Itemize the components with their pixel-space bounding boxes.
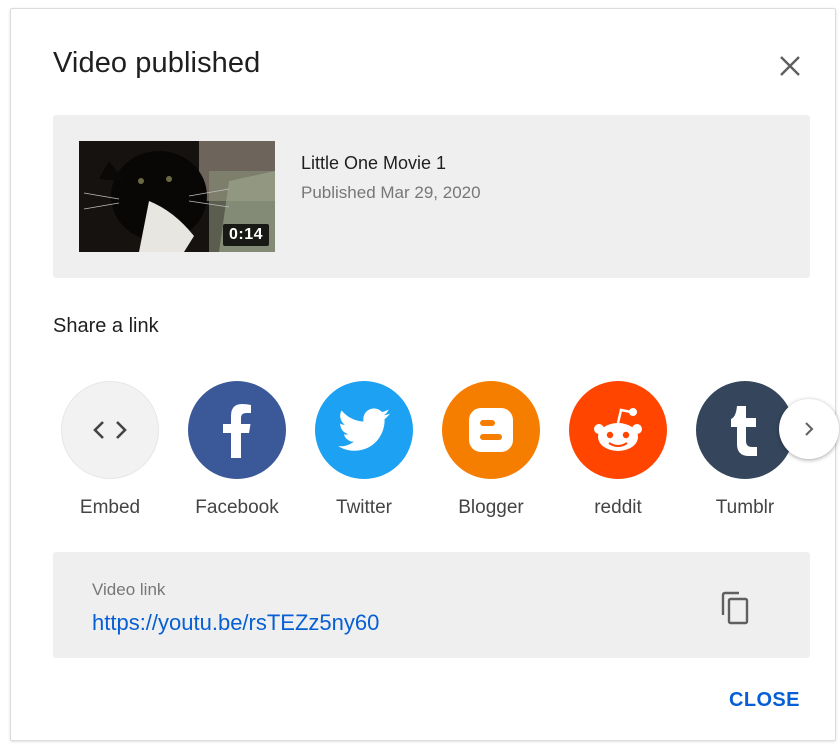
share-label: Embed <box>79 497 141 518</box>
share-label: reddit <box>594 497 642 518</box>
share-twitter[interactable]: Twitter <box>307 381 417 531</box>
video-duration: 0:14 <box>222 224 269 246</box>
share-targets: Embed Facebook Twitter Blogger reddit Tu… <box>53 381 839 531</box>
share-label: Twitter <box>336 497 392 518</box>
facebook-icon <box>188 381 286 479</box>
video-link-url[interactable]: https://youtu.be/rsTEZz5ny60 <box>92 610 379 636</box>
share-label: Blogger <box>458 497 524 518</box>
reddit-icon <box>569 381 667 479</box>
dialog-title: Video published <box>53 47 261 79</box>
video-published-date: Published Mar 29, 2020 <box>301 183 481 202</box>
share-embed[interactable]: Embed <box>53 381 163 531</box>
close-icon[interactable] <box>773 49 807 83</box>
share-label: Facebook <box>195 497 279 518</box>
chevron-right-icon[interactable] <box>779 399 839 459</box>
copy-icon[interactable] <box>715 588 755 628</box>
video-link-label: Video link <box>92 580 166 599</box>
embed-icon <box>61 381 159 479</box>
share-heading: Share a link <box>53 315 159 337</box>
video-summary-card: 0:14 Little One Movie 1 Published Mar 29… <box>53 115 810 278</box>
close-button[interactable]: CLOSE <box>729 689 800 712</box>
video-thumbnail[interactable]: 0:14 <box>79 141 275 252</box>
share-reddit[interactable]: reddit <box>561 381 671 531</box>
video-published-dialog: Video published 0:14 Little One Movie 1 … <box>10 8 839 741</box>
twitter-icon <box>315 381 413 479</box>
blogger-icon <box>442 381 540 479</box>
share-label: Tumblr <box>715 497 775 518</box>
video-link-card: Video link https://youtu.be/rsTEZz5ny60 <box>53 552 810 658</box>
share-tumblr[interactable]: Tumblr <box>688 381 798 531</box>
video-title: Little One Movie 1 <box>301 153 447 173</box>
share-blogger[interactable]: Blogger <box>434 381 544 531</box>
share-facebook[interactable]: Facebook <box>180 381 290 531</box>
